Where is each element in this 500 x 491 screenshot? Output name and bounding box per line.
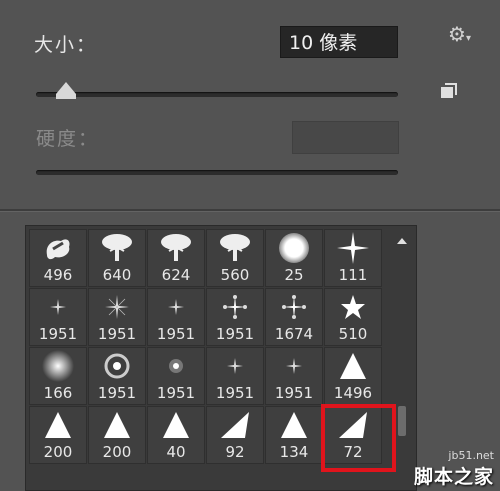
brush-preset-23[interactable]: 134 (265, 406, 323, 464)
selection-highlight (321, 404, 396, 472)
dot-glow-brush-icon (166, 356, 186, 380)
brush-preset-9[interactable]: 1951 (147, 288, 205, 346)
brush-preset-4[interactable]: 560 (206, 229, 264, 287)
brush-size-label: 1951 (97, 384, 137, 402)
brush-preset-22[interactable]: 92 (206, 406, 264, 464)
hardness-slider-track[interactable] (36, 170, 398, 175)
scroll-up-arrow[interactable] (397, 238, 407, 244)
brush-size-label: 1951 (38, 325, 78, 343)
brush-size-label: 166 (43, 384, 73, 402)
brush-size-label: 1674 (274, 325, 314, 343)
brush-preset-5[interactable]: 25 (265, 229, 323, 287)
star-brush-icon (340, 294, 366, 324)
sparkle-brush-icon (105, 295, 129, 323)
sparkle-small-brush-icon (227, 358, 243, 378)
brush-preset-14[interactable]: 1951 (88, 347, 146, 405)
brush-preset-1[interactable]: 496 (29, 229, 87, 287)
brush-size-label: 25 (284, 266, 304, 284)
brush-preset-7[interactable]: 1951 (29, 288, 87, 346)
brush-preset-19[interactable]: 200 (29, 406, 87, 464)
triangle-brush-icon (279, 410, 309, 444)
brush-size-label: 496 (43, 266, 73, 284)
watermark: jb51.net 脚本之家 (414, 449, 494, 489)
triangle-brush-icon (102, 410, 132, 444)
brush-size-label: 1951 (274, 384, 314, 402)
triangle-brush-icon (161, 410, 191, 444)
brush-size-label: 111 (338, 266, 368, 284)
brush-size-label: 640 (102, 266, 132, 284)
brush-size-label: 510 (338, 325, 368, 343)
soft-round-brush-icon (277, 231, 311, 269)
brush-preset-8[interactable]: 1951 (88, 288, 146, 346)
brush-size-label: 1951 (215, 325, 255, 343)
new-preset-icon[interactable] (439, 83, 457, 99)
brush-preset-11[interactable]: 1674 (265, 288, 323, 346)
brush-size-label: 40 (166, 443, 186, 461)
brush-preset-18[interactable]: 1496 (324, 347, 382, 405)
sparkle-burst-brush-icon (281, 294, 307, 324)
brush-preset-6[interactable]: 111 (324, 229, 382, 287)
sparkle-small-brush-icon (168, 299, 184, 319)
size-label: 大小： (34, 34, 98, 56)
size-value-field[interactable]: 10 像素 (280, 26, 398, 58)
brush-size-label: 1951 (156, 325, 196, 343)
brush-size-label: 200 (102, 443, 132, 461)
triangle-brush-icon (338, 351, 368, 385)
tree-brush-icon (159, 233, 193, 267)
ring-brush-icon (103, 352, 131, 384)
brush-preset-20[interactable]: 200 (88, 406, 146, 464)
brush-preset-3[interactable]: 624 (147, 229, 205, 287)
brush-size-label: 92 (225, 443, 245, 461)
size-slider-track[interactable] (36, 92, 398, 97)
scroll-thumb[interactable] (398, 406, 406, 436)
brush-preset-13[interactable]: 166 (29, 347, 87, 405)
brush-size-label: 560 (220, 266, 250, 284)
brush-size-label: 1951 (215, 384, 255, 402)
watermark-name: 脚本之家 (413, 466, 494, 488)
brush-preset-21[interactable]: 40 (147, 406, 205, 464)
watermark-url: jb51.net (448, 449, 494, 462)
brush-preset-12[interactable]: 510 (324, 288, 382, 346)
brush-preset-2[interactable]: 640 (88, 229, 146, 287)
soft-blur-brush-icon (41, 349, 75, 387)
divider (0, 209, 500, 212)
brush-size-label: 1951 (156, 384, 196, 402)
tree-brush-icon (218, 233, 252, 267)
splash-brush-icon (43, 235, 73, 265)
triangle-brush-icon (43, 410, 73, 444)
brush-size-label: 624 (161, 266, 191, 284)
hardness-label: 硬度： (36, 128, 100, 150)
brush-preset-17[interactable]: 1951 (265, 347, 323, 405)
tree-brush-icon (100, 233, 134, 267)
brush-size-label: 1951 (97, 325, 137, 343)
sparkle-burst-brush-icon (222, 294, 248, 324)
brush-size-label: 134 (279, 443, 309, 461)
star-sparkle-brush-icon (337, 232, 369, 268)
brush-preset-16[interactable]: 1951 (206, 347, 264, 405)
brush-preset-15[interactable]: 1951 (147, 347, 205, 405)
gear-icon[interactable]: ⚙▾ (448, 22, 471, 46)
brush-preset-10[interactable]: 1951 (206, 288, 264, 346)
sparkle-small-brush-icon (50, 299, 66, 319)
hardness-value-field[interactable] (292, 121, 399, 154)
brush-size-label: 200 (43, 443, 73, 461)
brush-size-label: 1496 (333, 384, 373, 402)
shard-brush-icon (219, 410, 251, 444)
sparkle-small-brush-icon (286, 358, 302, 378)
